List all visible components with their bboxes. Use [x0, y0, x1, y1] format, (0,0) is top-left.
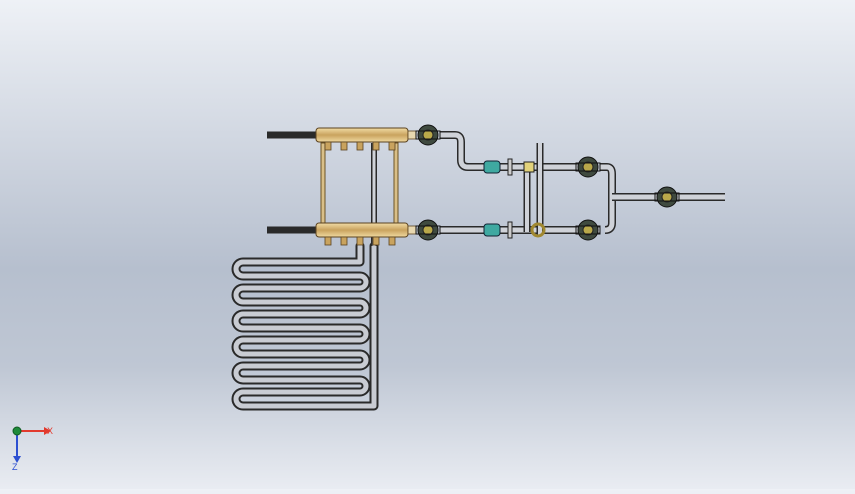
- lower-right-pump[interactable]: [575, 219, 601, 241]
- cad-viewport[interactable]: [0, 0, 855, 489]
- outlet-pump[interactable]: [654, 186, 680, 208]
- bypass-pipes[interactable]: [523, 143, 725, 235]
- manifold-frame[interactable]: [320, 142, 399, 226]
- assembly-view[interactable]: [0, 0, 855, 489]
- supply-manifold[interactable]: [315, 127, 417, 151]
- origin-icon: [12, 426, 22, 436]
- z-axis-label: Z: [12, 462, 18, 472]
- return-pump[interactable]: [415, 219, 441, 241]
- supply-pump[interactable]: [415, 124, 441, 146]
- upper-right-pump[interactable]: [575, 156, 601, 178]
- x-axis-label: X: [47, 426, 54, 436]
- return-manifold[interactable]: [315, 222, 417, 246]
- orientation-triad: X Z: [6, 420, 66, 480]
